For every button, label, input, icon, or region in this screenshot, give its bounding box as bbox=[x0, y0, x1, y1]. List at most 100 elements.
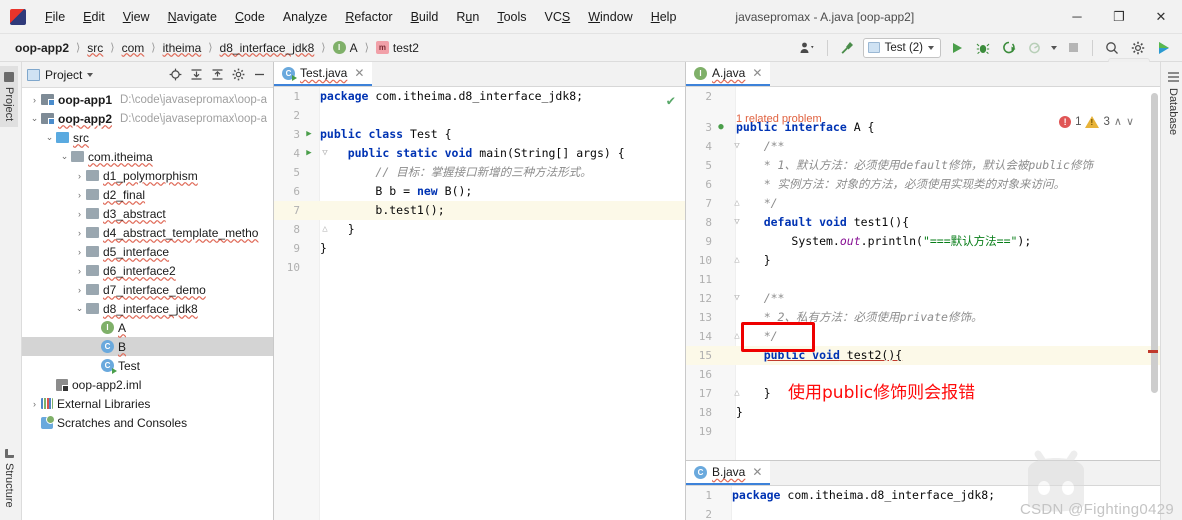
breadcrumb-item-com[interactable]: com bbox=[117, 40, 150, 56]
tree-item-d8-interface-jdk8[interactable]: ⌄ d8_interface_jdk8 bbox=[22, 299, 273, 318]
code-line[interactable]: 14 △ */ bbox=[686, 327, 1160, 346]
code-line[interactable]: 5 // 目标：掌握接口新增的三种方法形式。 bbox=[274, 163, 685, 182]
tree-item-oop-app2-iml[interactable]: oop-app2.iml bbox=[22, 375, 273, 394]
fold-marker-icon[interactable]: △ bbox=[730, 194, 744, 213]
code-line[interactable]: 12 ▽ /** bbox=[686, 289, 1160, 308]
tree-item-d4-abstract-template-metho[interactable]: › d4_abstract_template_metho bbox=[22, 223, 273, 242]
project-tree[interactable]: › oop-app1 D:\code\javasepromax\oop-a ⌄ oop-… bbox=[22, 88, 273, 520]
hammer-build-icon[interactable] bbox=[837, 38, 857, 58]
tree-item-a[interactable]: IA bbox=[22, 318, 273, 337]
menu-view[interactable]: View bbox=[114, 7, 159, 27]
fold-marker-icon[interactable]: △ bbox=[730, 384, 744, 403]
breadcrumb-item-package[interactable]: d8_interface_jdk8 bbox=[215, 40, 320, 56]
code-line[interactable]: 9} bbox=[274, 239, 685, 258]
locate-icon[interactable] bbox=[168, 68, 182, 82]
settings-gear-icon[interactable] bbox=[1128, 38, 1148, 58]
run-configuration-selector[interactable]: Test (2) bbox=[862, 37, 941, 58]
collapse-all-icon[interactable] bbox=[210, 68, 224, 82]
code-line[interactable]: 5 * 1、默认方法：必须使用default修饰，默认会被public修饰 bbox=[686, 156, 1160, 175]
tree-item-src[interactable]: ⌄ src bbox=[22, 128, 273, 147]
tree-expand-arrow[interactable]: › bbox=[73, 283, 86, 296]
menu-file[interactable]: File bbox=[36, 7, 74, 27]
code-line[interactable]: 8 ▽ default void test1(){ bbox=[686, 213, 1160, 232]
code-line[interactable]: 18} bbox=[686, 403, 1160, 422]
tree-item-com-itheima[interactable]: ⌄ com.itheima bbox=[22, 147, 273, 166]
breadcrumb-item-src[interactable]: src bbox=[82, 40, 108, 56]
code-line[interactable]: 15 public void test2(){ bbox=[686, 346, 1160, 365]
tree-item-oop-app2[interactable]: ⌄ oop-app2 D:\code\javasepromax\oop-a bbox=[22, 109, 273, 128]
tree-item-d7-interface-demo[interactable]: › d7_interface_demo bbox=[22, 280, 273, 299]
tree-expand-arrow[interactable]: › bbox=[73, 245, 86, 258]
fold-marker-icon[interactable]: △ bbox=[730, 251, 744, 270]
code-line[interactable]: 4 ▽ /** bbox=[686, 137, 1160, 156]
tree-item-d5-interface[interactable]: › d5_interface bbox=[22, 242, 273, 261]
tree-expand-arrow[interactable]: › bbox=[73, 264, 86, 277]
tab-b-java[interactable]: C B.java ✕ bbox=[686, 461, 771, 485]
tab-a-java[interactable]: I A.java ✕ bbox=[686, 62, 771, 86]
code-line[interactable]: 4 ▶ ▽ public static void main(String[] arg… bbox=[274, 144, 685, 163]
hide-panel-icon[interactable] bbox=[252, 68, 266, 82]
close-icon[interactable]: ✕ bbox=[752, 465, 762, 479]
user-dropdown-icon[interactable] bbox=[798, 38, 818, 58]
related-problem-hint[interactable]: 1 related problem bbox=[736, 113, 822, 125]
tree-item-d2-final[interactable]: › d2_final bbox=[22, 185, 273, 204]
editor-vertical-scrollbar[interactable] bbox=[1151, 89, 1158, 458]
tree-item-test[interactable]: C Test bbox=[22, 356, 273, 375]
fold-marker-icon[interactable]: △ bbox=[318, 220, 332, 239]
breadcrumb-item-method-test2[interactable]: m test2 bbox=[371, 40, 424, 56]
menu-edit[interactable]: Edit bbox=[74, 7, 114, 27]
tree-item-scratches-and-consoles[interactable]: Scratches and Consoles bbox=[22, 413, 273, 432]
tree-item-d1-polymorphism[interactable]: › d1_polymorphism bbox=[22, 166, 273, 185]
code-line[interactable]: 6 B b = new B(); bbox=[274, 182, 685, 201]
code-line[interactable]: 3 ▶ public class Test { bbox=[274, 125, 685, 144]
breadcrumb-item-project[interactable]: oop-app2 bbox=[10, 40, 74, 56]
code-line[interactable]: 10 △ } bbox=[686, 251, 1160, 270]
menu-build[interactable]: Build bbox=[402, 7, 448, 27]
tool-window-button-database[interactable]: Database bbox=[1164, 66, 1182, 141]
code-line[interactable]: 2 bbox=[274, 106, 685, 125]
tab-test-java[interactable]: C Test.java ✕ bbox=[274, 62, 373, 86]
tree-expand-arrow[interactable]: › bbox=[73, 169, 86, 182]
code-area-test-java[interactable]: 1 package com.itheima.d8_interface_jdk8; 2… bbox=[274, 87, 685, 520]
fold-marker-icon[interactable]: ▽ bbox=[730, 213, 744, 232]
minimize-button[interactable]: ─ bbox=[1056, 0, 1098, 34]
debug-bug-icon[interactable] bbox=[973, 38, 993, 58]
profiler-chevron-down-icon[interactable] bbox=[1051, 45, 1057, 50]
menu-window[interactable]: Window bbox=[579, 7, 641, 27]
tree-expand-arrow[interactable]: › bbox=[73, 226, 86, 239]
next-problem-icon[interactable]: ∨ bbox=[1126, 115, 1134, 128]
code-line[interactable]: 2 bbox=[686, 87, 1160, 106]
settings-gear-icon[interactable] bbox=[231, 68, 245, 82]
code-line[interactable]: 1 package com.itheima.d8_interface_jdk8; bbox=[274, 87, 685, 106]
tree-item-external-libraries[interactable]: › External Libraries bbox=[22, 394, 273, 413]
implemented-marker-icon[interactable]: ● bbox=[714, 118, 728, 137]
code-line[interactable]: 7 △ */ bbox=[686, 194, 1160, 213]
code-line[interactable]: 1 package com.itheima.d8_interface_jdk8; bbox=[686, 486, 1160, 505]
menu-navigate[interactable]: Navigate bbox=[159, 7, 226, 27]
tool-window-button-structure[interactable]: Structure bbox=[0, 443, 18, 514]
prev-problem-icon[interactable]: ∧ bbox=[1114, 115, 1122, 128]
tree-expand-arrow[interactable]: ⌄ bbox=[73, 302, 86, 315]
tool-window-button-project[interactable]: Project bbox=[0, 66, 18, 128]
fold-marker-icon[interactable]: ▽ bbox=[730, 137, 744, 156]
code-area-a-java[interactable]: 2 3 ● public interface A {4 ▽ /** 5 * 1、默认方法：… bbox=[686, 87, 1160, 460]
code-area-b-java[interactable]: 1 package com.itheima.d8_interface_jdk8; 2 bbox=[686, 486, 1160, 520]
menu-vcs[interactable]: VCS bbox=[536, 7, 580, 27]
menu-refactor[interactable]: Refactor bbox=[336, 7, 401, 27]
profiler-icon[interactable] bbox=[1025, 38, 1045, 58]
run-play-icon[interactable] bbox=[947, 38, 967, 58]
code-line[interactable]: 19 bbox=[686, 422, 1160, 441]
code-line[interactable]: 2 bbox=[686, 505, 1160, 520]
maximize-button[interactable]: ❐ bbox=[1098, 0, 1140, 34]
menu-help[interactable]: Help bbox=[642, 7, 686, 27]
tree-item-d3-abstract[interactable]: › d3_abstract bbox=[22, 204, 273, 223]
code-line[interactable]: 11 bbox=[686, 270, 1160, 289]
close-icon[interactable]: ✕ bbox=[752, 66, 762, 80]
code-line[interactable]: 6 * 实例方法：对象的方法，必须使用实现类的对象来访问。 bbox=[686, 175, 1160, 194]
breadcrumb-item-itheima[interactable]: itheima bbox=[158, 40, 207, 56]
fold-marker-icon[interactable]: △ bbox=[730, 327, 744, 346]
menu-analyze[interactable]: Analyze bbox=[274, 7, 336, 27]
menu-run[interactable]: Run bbox=[447, 7, 488, 27]
tree-expand-arrow[interactable]: ⌄ bbox=[43, 131, 56, 144]
tree-expand-arrow[interactable]: ⌄ bbox=[28, 112, 41, 125]
